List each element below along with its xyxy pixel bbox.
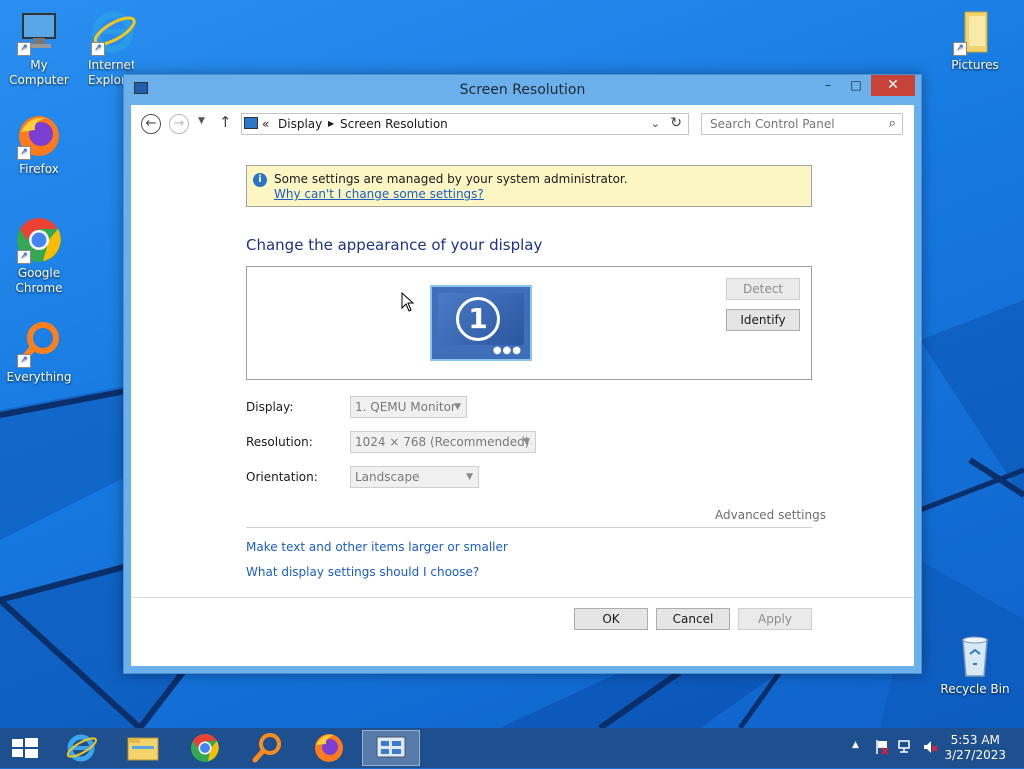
- make-text-larger-link[interactable]: Make text and other items larger or smal…: [246, 540, 508, 554]
- breadcrumb-screen-resolution[interactable]: Screen Resolution: [340, 117, 448, 131]
- ok-button[interactable]: OK: [574, 608, 648, 630]
- up-button[interactable]: ↑: [219, 113, 232, 131]
- folder-icon: ↗: [951, 8, 999, 56]
- control-panel-icon: [244, 117, 258, 129]
- chrome-icon: [191, 734, 219, 762]
- clock-date: 3/27/2023: [944, 748, 1006, 762]
- search-input[interactable]: [708, 116, 882, 132]
- chevron-down-icon: ▼: [523, 437, 530, 447]
- clock-time: 5:53 AM: [950, 733, 1000, 747]
- monitor-1-tile[interactable]: 1 ●●●: [430, 285, 532, 361]
- taskbar: ▲ 5:53 AM 3/27/2023: [0, 728, 1024, 768]
- show-hidden-icons-chevron-icon[interactable]: ▲: [852, 740, 859, 750]
- desktop-icon-firefox[interactable]: ↗ Firefox: [0, 112, 78, 177]
- firefox-icon: [315, 734, 343, 762]
- refresh-icon[interactable]: ↻: [670, 115, 682, 131]
- detect-button[interactable]: Detect: [726, 278, 800, 300]
- resolution-select-value: 1024 × 768 (Recommended): [355, 435, 530, 449]
- advanced-settings-link[interactable]: Advanced settings: [715, 508, 826, 522]
- recycle-bin-icon: [951, 632, 999, 680]
- magnifier-icon: ↗: [15, 320, 63, 368]
- screen-resolution-window: Screen Resolution – □ ✕ ← → ▼ ↑ « Displa…: [123, 74, 922, 674]
- taskbar-internet-explorer[interactable]: [56, 730, 106, 766]
- divider: [131, 597, 914, 598]
- display-select-value: 1. QEMU Monitor: [355, 400, 456, 414]
- title-bar[interactable]: Screen Resolution – □ ✕: [124, 75, 921, 105]
- window-content: ← → ▼ ↑ « Display ▶ Screen Resolution ⌄ …: [131, 105, 914, 666]
- chrome-icon: ↗: [15, 216, 63, 264]
- volume-muted-icon[interactable]: [922, 739, 938, 755]
- cancel-button[interactable]: Cancel: [656, 608, 730, 630]
- taskbar-google-chrome[interactable]: [180, 730, 230, 766]
- orientation-select-value: Landscape: [355, 470, 420, 484]
- monitor-dots-icon: ●●●: [492, 345, 522, 356]
- resolution-select[interactable]: 1024 × 768 (Recommended) ▼: [350, 431, 536, 453]
- action-center-flag-icon[interactable]: [874, 739, 890, 755]
- monitor-arrangement-panel: 1 ●●● Detect Identify: [246, 266, 812, 380]
- resolution-label: Resolution:: [246, 435, 313, 449]
- minimize-button[interactable]: –: [815, 75, 841, 96]
- address-bar[interactable]: « Display ▶ Screen Resolution ⌄ ↻: [241, 113, 689, 135]
- taskbar-file-explorer[interactable]: [118, 730, 168, 766]
- folder-icon: [127, 737, 159, 761]
- start-button[interactable]: [0, 730, 50, 766]
- desktop-icon-recycle-bin[interactable]: Recycle Bin: [936, 632, 1014, 697]
- internet-explorer-icon: [66, 734, 97, 762]
- taskbar-screen-resolution[interactable]: [362, 730, 420, 766]
- window-title: Screen Resolution: [459, 82, 586, 98]
- internet-explorer-icon: ↗: [89, 8, 137, 56]
- breadcrumb-separator-icon: ▶: [328, 119, 335, 128]
- desktop-icon-google-chrome[interactable]: ↗ Google Chrome: [0, 216, 78, 296]
- navigation-bar: ← → ▼ ↑ « Display ▶ Screen Resolution ⌄ …: [131, 105, 914, 145]
- desktop-icon-everything[interactable]: ↗ Everything: [0, 320, 78, 385]
- taskbar-firefox[interactable]: [304, 730, 354, 766]
- address-dropdown-chevron-icon[interactable]: ⌄: [651, 117, 660, 130]
- chevron-down-icon: ▼: [454, 402, 461, 412]
- firefox-icon: ↗: [15, 112, 63, 160]
- orientation-select[interactable]: Landscape ▼: [350, 466, 479, 488]
- chevron-down-icon: ▼: [466, 472, 473, 482]
- admin-info-bar: i Some settings are managed by your syst…: [246, 165, 812, 207]
- orientation-label: Orientation:: [246, 470, 318, 484]
- why-cant-i-change-link[interactable]: Why can't I change some settings?: [274, 187, 484, 201]
- recent-locations-chevron-icon[interactable]: ▼: [198, 116, 205, 126]
- search-box[interactable]: ⌕: [701, 113, 903, 135]
- forward-button[interactable]: →: [169, 114, 189, 134]
- desktop-icon-my-computer[interactable]: ↗ My Computer: [0, 8, 78, 88]
- apply-button[interactable]: Apply: [738, 608, 812, 630]
- computer-icon: ↗: [15, 8, 63, 56]
- close-button[interactable]: ✕: [871, 75, 915, 96]
- desktop-icon-pictures[interactable]: ↗ Pictures: [936, 8, 1014, 73]
- display-select[interactable]: 1. QEMU Monitor ▼: [350, 396, 467, 418]
- back-button[interactable]: ←: [141, 114, 161, 134]
- info-text: Some settings are managed by your system…: [274, 172, 628, 186]
- breadcrumb-display[interactable]: Display: [278, 117, 322, 131]
- maximize-button[interactable]: □: [843, 75, 869, 96]
- mouse-cursor-icon: [401, 291, 415, 315]
- divider: [246, 527, 812, 528]
- display-label: Display:: [246, 400, 294, 414]
- info-icon: i: [253, 173, 267, 187]
- windows-logo-icon: [12, 738, 38, 758]
- display-settings-help-link[interactable]: What display settings should I choose?: [246, 565, 479, 579]
- control-panel-icon: [376, 736, 406, 758]
- page-heading: Change the appearance of your display: [246, 236, 543, 254]
- system-clock[interactable]: 5:53 AM 3/27/2023: [944, 733, 1006, 763]
- address-prefix: «: [262, 117, 270, 131]
- identify-button[interactable]: Identify: [726, 309, 800, 331]
- network-icon[interactable]: [898, 739, 914, 755]
- magnifier-icon: [252, 733, 281, 763]
- search-icon[interactable]: ⌕: [889, 116, 896, 131]
- taskbar-everything[interactable]: [242, 730, 292, 766]
- monitor-number: 1: [456, 297, 500, 341]
